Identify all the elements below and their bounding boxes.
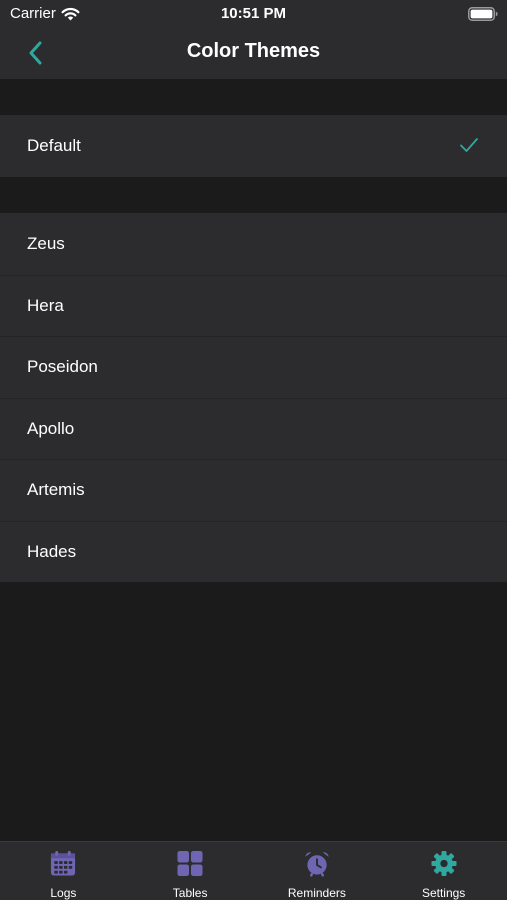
- grid-icon: [177, 850, 203, 877]
- tab-label: Settings: [421, 886, 466, 900]
- tab-tables[interactable]: Tables: [127, 842, 254, 900]
- themes-list-section: Zeus Hera Poseidon Apollo Artemis Hades: [0, 213, 507, 582]
- tab-label: Reminders: [287, 886, 346, 900]
- tab-logs[interactable]: Logs: [0, 842, 127, 900]
- theme-label: Artemis: [27, 480, 85, 500]
- tab-label: Logs: [50, 886, 77, 900]
- theme-row-artemis[interactable]: Artemis: [0, 459, 507, 521]
- gear-icon: [431, 850, 457, 877]
- checkmark-icon: [460, 138, 478, 152]
- theme-row-zeus[interactable]: Zeus: [0, 213, 507, 275]
- status-time: 10:51 PM: [220, 5, 287, 22]
- tab-reminders[interactable]: Reminders: [254, 842, 381, 900]
- tab-label: Tables: [172, 886, 208, 900]
- theme-label: Hera: [27, 295, 64, 315]
- theme-label: Default: [27, 135, 81, 155]
- status-bar: Carrier 10:51 PM: [0, 0, 507, 28]
- alarm-clock-icon: [305, 852, 329, 877]
- tab-settings[interactable]: Settings: [380, 842, 507, 900]
- theme-row-default[interactable]: Default: [0, 115, 507, 177]
- theme-row-apollo[interactable]: Apollo: [0, 397, 507, 460]
- theme-label: Apollo: [27, 418, 75, 438]
- calendar-icon: [51, 850, 76, 876]
- theme-row-poseidon[interactable]: Poseidon: [0, 336, 507, 398]
- battery-icon: [468, 7, 498, 21]
- theme-label: Hades: [27, 541, 77, 561]
- theme-label: Zeus: [27, 233, 65, 253]
- navigation-bar: Color Themes: [0, 28, 507, 79]
- theme-row-hera[interactable]: Hera: [0, 274, 507, 337]
- tab-bar: Logs Tables Reminders Settings: [0, 841, 507, 900]
- theme-label: Poseidon: [27, 357, 98, 377]
- default-theme-section: Default: [0, 115, 507, 177]
- page-title: Color Themes: [186, 40, 321, 62]
- theme-row-hades[interactable]: Hades: [0, 520, 507, 583]
